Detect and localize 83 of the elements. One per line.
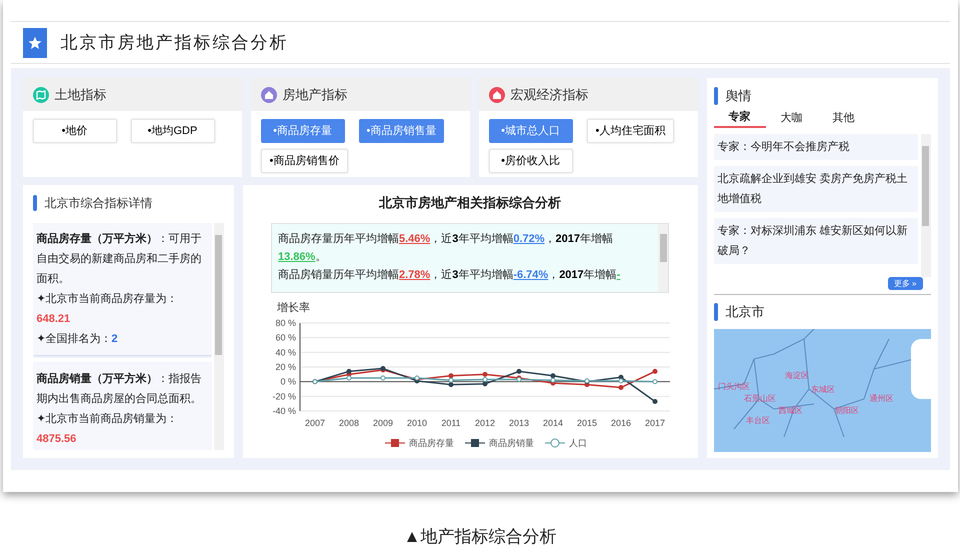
tick-label: 2016 [610,418,632,428]
indicator-button[interactable]: •城市总人口 [488,119,572,143]
tab[interactable]: 大咖 [766,108,818,128]
indicator-button[interactable]: •地均GDP [130,119,214,143]
indicator-button[interactable]: •房价收入比 [488,149,572,173]
legend-label: 商品房存量 [409,438,454,448]
outside-area [910,339,930,399]
tab[interactable]: 其他 [818,108,870,128]
data-point [516,368,522,374]
summary-text: 商品房销量历年平均增幅2.78%，近3年平均增幅-6.74%，2017年增幅- [278,268,622,282]
summary-text: 商品房存量历年平均增幅5.46%，近3年平均增幅0.72%，2017年增幅 13.86%。 [278,232,614,264]
card-title: 房地产指标 [282,86,348,104]
panel-title: 舆情 [726,87,752,106]
accent-bar [32,195,36,211]
tick-label: 2017 [644,418,666,428]
card-title: 宏观经济指标 [510,86,588,104]
caption: ▲地产指标综合分析 [404,526,556,548]
tick-label: 60 % [275,332,296,343]
tick-label: 40 % [275,347,296,358]
definition-text: 商品房销量（万平方米）：指报告期内出售商品房屋的合同总面积。 [36,372,202,407]
tick-label: 2014 [542,418,564,428]
stat-value: 648.21 [36,312,70,327]
indicator-button[interactable]: •商品房存量 [260,119,344,143]
district-label: 门头沟区 [718,380,750,393]
scrollbar[interactable] [658,224,668,292]
news-item[interactable]: 北京疏解企业到雄安 卖房产免房产税土地增值税 [714,166,918,212]
district-label: 东城区 [811,384,836,396]
indicator-button[interactable]: •商品房销售量 [358,119,444,143]
indicator-button[interactable]: •商品房销售价 [260,149,348,173]
tick-label: 2015 [576,418,598,428]
legend-label: 人口 [569,438,587,448]
stat-value: 4875.56 [36,432,76,447]
stat-label: ✦北京市当前商品房销量为： [36,412,178,427]
legend-marker [464,439,486,447]
legend-marker [544,438,566,448]
stat-label: ✦全国排名为： [36,332,112,347]
tick-label: 2010 [406,418,428,428]
tick-label: 80 % [275,318,296,328]
data-point [652,398,658,404]
more-button[interactable]: 更多 » [888,277,922,290]
indicator-button[interactable]: •人均住宅面积 [586,119,674,143]
tab[interactable]: 专家 [714,108,766,128]
legend-marker [384,439,406,447]
panel-title: 北京市 [726,303,764,322]
scrollbar[interactable] [214,223,224,450]
accent-bar [714,303,718,321]
tick-label: 2007 [304,418,326,428]
legend-label: 商品房销量 [489,438,534,448]
tick-label: 2011 [441,418,461,428]
page-title: 北京市房地产指标综合分析 [60,32,288,54]
stat-label: ✦北京市当前商品房存量为： [36,292,178,307]
tick-label: 2008 [338,418,360,428]
news-item[interactable]: 专家：今明年不会推房产税 [714,134,918,160]
house-icon [260,86,276,102]
district-label: 西城区 [778,405,803,418]
map-icon [32,86,48,102]
tick-label: -40 % [272,406,296,416]
card-title: 土地指标 [54,86,106,104]
tick-label: 2013 [508,418,530,428]
axis-title: 增长率 [277,302,310,314]
district-label: 朝阳区 [835,405,860,418]
data-point [652,379,658,384]
district-label: 丰台区 [746,415,770,428]
tick-label: -20 % [272,391,296,402]
panel-title: 北京市综合指标详情 [44,195,152,212]
analysis-title: 北京市房地产相关指标综合分析 [379,194,561,212]
tick-label: 20 % [275,362,296,372]
scrollbar[interactable] [920,134,930,277]
district-label: 石景山区 [744,392,776,405]
definition-text: 商品房存量（万平方米）：可用于自由交易的新建商品房和二手房的面积。 [36,232,202,287]
indicator-button[interactable]: •地价 [32,119,116,143]
tick-label: 2009 [372,418,394,428]
district-label: 海淀区 [785,370,810,382]
stat-value: 2 [112,332,118,347]
data-point [618,385,624,390]
tick-label: 2012 [474,418,496,428]
news-item[interactable]: 专家：对标深圳浦东 雄安新区如何以新破局？ [714,218,918,264]
tick-label: 0 % [280,376,296,387]
accent-bar [714,87,718,105]
district-label: 通州区 [870,392,894,405]
data-point [652,368,658,374]
house-icon [488,86,504,102]
data-point [380,376,386,380]
